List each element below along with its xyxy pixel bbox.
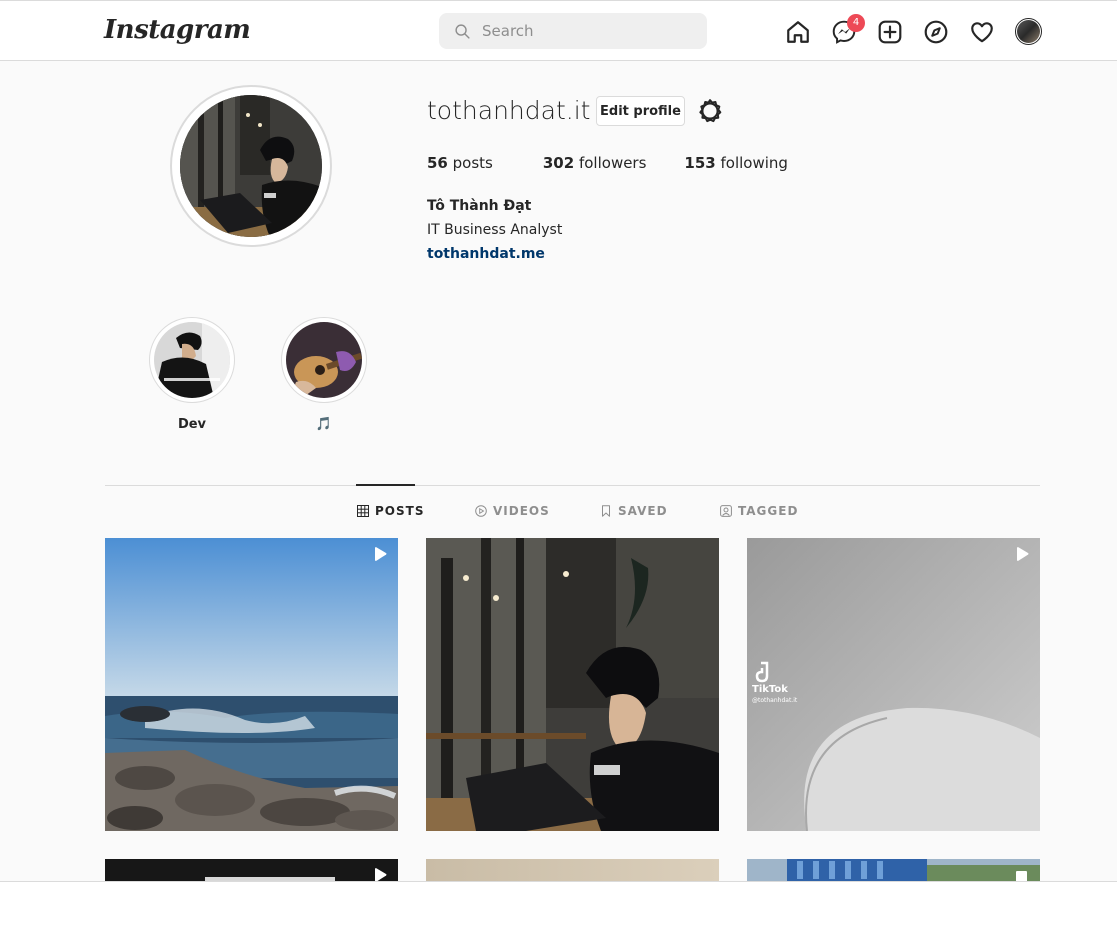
home-icon[interactable] bbox=[785, 19, 811, 45]
highlight-label: Dev bbox=[177, 417, 207, 432]
post-thumbnail-building[interactable] bbox=[747, 859, 1040, 881]
post-thumbnail-ocean[interactable] bbox=[105, 538, 398, 831]
edit-profile-button[interactable]: Edit profile bbox=[596, 96, 685, 126]
highlight-label: 🎵 bbox=[315, 417, 333, 432]
highlight-cover bbox=[286, 322, 362, 398]
tiktok-handle: @tothanhdat.it bbox=[752, 697, 798, 704]
active-tab-indicator bbox=[356, 484, 415, 486]
profile-picture[interactable] bbox=[170, 85, 332, 247]
followers-count[interactable]: 302 followers bbox=[543, 154, 647, 172]
multi-post-icon bbox=[1016, 871, 1027, 881]
settings-gear-icon[interactable] bbox=[697, 98, 723, 124]
grid-icon bbox=[357, 505, 369, 517]
tabs-divider bbox=[105, 485, 1040, 486]
new-post-icon[interactable] bbox=[877, 19, 903, 45]
bookmark-icon bbox=[602, 505, 610, 517]
highlight-ring bbox=[149, 317, 235, 403]
tagged-icon bbox=[720, 505, 732, 517]
avatar-image bbox=[1017, 20, 1040, 43]
post-thumbnail-dark[interactable] bbox=[105, 859, 398, 881]
story-highlight-music[interactable]: 🎵 bbox=[281, 317, 367, 432]
profile-stats: 56 posts 302 followers 153 following bbox=[427, 154, 826, 172]
top-navigation-bar: Instagram 4 bbox=[0, 0, 1117, 61]
profile-photo bbox=[180, 95, 322, 237]
post-thumbnail-portrait[interactable] bbox=[426, 538, 719, 831]
following-count[interactable]: 153 following bbox=[684, 154, 788, 172]
search-input[interactable] bbox=[482, 22, 682, 40]
profile-avatar[interactable] bbox=[1015, 18, 1042, 45]
story-highlight-dev[interactable]: Dev bbox=[149, 317, 235, 432]
video-post-icon bbox=[375, 547, 387, 561]
highlight-cover bbox=[154, 322, 230, 398]
video-post-icon bbox=[1017, 547, 1029, 561]
video-post-icon bbox=[375, 868, 387, 881]
profile-full-name: Tô Thành Đạt bbox=[427, 198, 532, 214]
tab-videos[interactable]: VIDEOS bbox=[475, 504, 550, 518]
activity-heart-icon[interactable] bbox=[969, 19, 995, 45]
posts-count[interactable]: 56 posts bbox=[427, 154, 493, 172]
search-box[interactable] bbox=[439, 13, 707, 49]
post-thumbnail-tiktok[interactable]: TikTok @tothanhdat.it bbox=[747, 538, 1040, 831]
play-circle-icon bbox=[475, 505, 487, 517]
highlight-ring bbox=[281, 317, 367, 403]
tab-tagged[interactable]: TAGGED bbox=[720, 504, 798, 518]
profile-bio: IT Business Analyst bbox=[427, 222, 563, 238]
profile-website-link[interactable]: tothanhdat.me bbox=[427, 246, 545, 262]
messages-badge: 4 bbox=[847, 14, 865, 32]
instagram-logo[interactable]: Instagram bbox=[104, 15, 251, 45]
profile-username: tothanhdat.it bbox=[427, 96, 591, 125]
search-icon bbox=[455, 23, 470, 39]
explore-icon[interactable] bbox=[923, 19, 949, 45]
tab-posts[interactable]: POSTS bbox=[357, 504, 424, 518]
tiktok-watermark: TikTok bbox=[752, 684, 788, 695]
tab-saved[interactable]: SAVED bbox=[600, 504, 668, 518]
post-thumbnail-sky[interactable] bbox=[426, 859, 719, 881]
bottom-blank-area bbox=[0, 881, 1117, 930]
